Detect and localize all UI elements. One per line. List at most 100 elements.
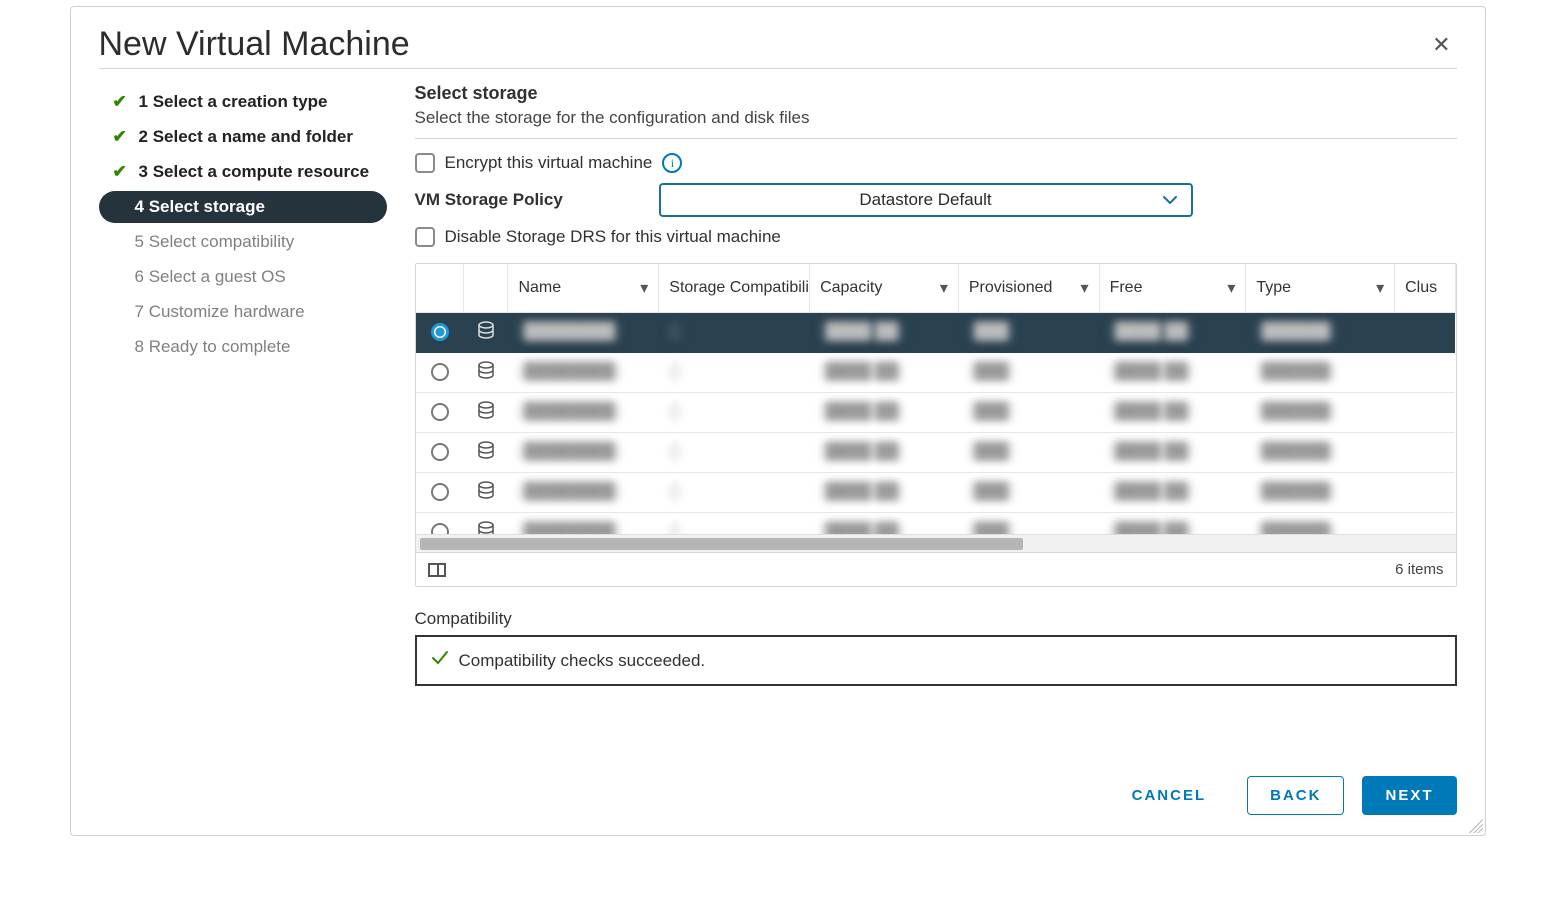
cell-cluster — [1395, 432, 1455, 472]
cell-free: ████ ██ — [1109, 403, 1193, 420]
cell-type: ██████ — [1256, 403, 1336, 420]
close-icon[interactable]: ✕ — [1426, 26, 1456, 64]
filter-icon[interactable]: ▾ — [1227, 278, 1235, 298]
cell-cluster — [1395, 392, 1455, 432]
cell-name: ████████ — [518, 483, 621, 500]
grid-horizontal-scrollbar[interactable] — [416, 534, 1456, 552]
storage-policy-value: Datastore Default — [859, 190, 991, 210]
col-capacity[interactable]: Capacity▾ — [810, 264, 959, 312]
dialog-header: New Virtual Machine ✕ — [99, 7, 1457, 69]
storage-policy-select[interactable]: Datastore Default — [659, 183, 1193, 217]
dialog-title: New Virtual Machine — [99, 25, 410, 64]
row-radio[interactable] — [431, 483, 449, 501]
cell-provisioned: ███ — [968, 443, 1014, 460]
grid-footer: 6 items — [416, 552, 1456, 586]
filter-icon[interactable]: ▾ — [1081, 278, 1089, 298]
cell-type: ██████ — [1256, 363, 1336, 380]
disable-drs-label: Disable Storage DRS for this virtual mac… — [445, 227, 781, 247]
cell-capacity: ████ ██ — [820, 403, 904, 420]
step-select-storage[interactable]: 4 Select storage — [99, 191, 387, 223]
col-type[interactable]: Type▾ — [1246, 264, 1395, 312]
cell-provisioned: ███ — [968, 403, 1014, 420]
cell-cluster — [1395, 512, 1455, 534]
scrollbar-thumb[interactable] — [420, 538, 1023, 550]
row-radio[interactable] — [431, 363, 449, 381]
cell-name: ████████ — [518, 523, 621, 534]
check-icon: ✔ — [113, 92, 129, 112]
check-icon — [431, 649, 449, 672]
filter-icon[interactable]: ▾ — [940, 278, 948, 298]
cell-cluster — [1395, 352, 1455, 392]
column-toggle-icon[interactable] — [428, 563, 446, 577]
col-free[interactable]: Free▾ — [1099, 264, 1246, 312]
cell-storage-compat — [669, 323, 681, 340]
step-guest-os: 6 Select a guest OS — [99, 261, 387, 293]
datastore-icon — [476, 406, 496, 423]
datastore-icon — [476, 526, 496, 535]
cell-free: ████ ██ — [1109, 363, 1193, 380]
resize-grip-icon[interactable] — [1469, 819, 1483, 833]
step-compatibility: 5 Select compatibility — [99, 226, 387, 258]
table-row[interactable]: ████████████ █████████ ████████ — [416, 472, 1456, 512]
encrypt-checkbox[interactable] — [415, 153, 435, 173]
compatibility-label: Compatibility — [415, 609, 1457, 629]
cell-cluster — [1395, 472, 1455, 512]
cell-storage-compat — [669, 363, 681, 380]
step-name-folder[interactable]: ✔ 2 Select a name and folder — [99, 121, 387, 153]
col-cluster[interactable]: Clus — [1395, 264, 1455, 312]
cell-provisioned: ███ — [968, 363, 1014, 380]
filter-icon[interactable]: ▾ — [1376, 278, 1384, 298]
cell-capacity: ████ ██ — [820, 443, 904, 460]
datastore-icon — [476, 366, 496, 383]
wizard-steps: ✔ 1 Select a creation type ✔ 2 Select a … — [99, 83, 387, 686]
chevron-down-icon — [1163, 190, 1177, 210]
disable-drs-checkbox[interactable] — [415, 227, 435, 247]
cancel-button[interactable]: CANCEL — [1109, 776, 1230, 815]
storage-content: Select storage Select the storage for th… — [415, 83, 1457, 686]
table-row[interactable]: ████████ ████ ██ ███ ████ ██ ██████ — [416, 392, 1456, 432]
row-radio[interactable] — [431, 323, 449, 341]
cell-type: ██████ — [1256, 523, 1336, 534]
col-provisioned[interactable]: Provisioned▾ — [958, 264, 1099, 312]
encrypt-row: Encrypt this virtual machine i — [415, 153, 1457, 173]
cell-name: ████████ — [518, 363, 621, 380]
row-radio[interactable] — [431, 523, 449, 534]
step-creation-type[interactable]: ✔ 1 Select a creation type — [99, 86, 387, 118]
col-storage-compat[interactable]: Storage Compatibility▾ — [659, 264, 810, 312]
next-button[interactable]: NEXT — [1362, 776, 1456, 815]
datastore-grid: Name▾ Storage Compatibility▾ Capacity▾ P… — [415, 263, 1457, 587]
section-title: Select storage — [415, 83, 1457, 104]
cell-name: ████████ — [518, 403, 621, 420]
section-subtitle: Select the storage for the configuration… — [415, 108, 1457, 139]
filter-icon[interactable]: ▾ — [640, 278, 648, 298]
info-icon[interactable]: i — [662, 153, 682, 173]
check-icon: ✔ — [113, 162, 129, 182]
compatibility-box: Compatibility checks succeeded. — [415, 635, 1457, 686]
table-row[interactable]: ████████████ █████████ ████████ — [416, 432, 1456, 472]
datastore-icon — [476, 486, 496, 503]
table-row[interactable]: ████████████ █████████ ████████ — [416, 512, 1456, 534]
cell-name: ████████ — [518, 443, 621, 460]
cell-storage-compat — [669, 403, 681, 420]
row-radio[interactable] — [431, 443, 449, 461]
encrypt-label: Encrypt this virtual machine — [445, 153, 653, 173]
policy-label: VM Storage Policy — [415, 190, 631, 210]
table-row[interactable]: ████████ ████ ██ ███ ████ ██ ██████ — [416, 352, 1456, 392]
table-row[interactable]: ████████████ █████████ ████████ — [416, 312, 1456, 352]
row-radio[interactable] — [431, 403, 449, 421]
cell-free: ████ ██ — [1109, 323, 1193, 340]
cell-free: ████ ██ — [1109, 523, 1193, 534]
datastore-icon — [476, 326, 496, 343]
disable-drs-row: Disable Storage DRS for this virtual mac… — [415, 227, 1457, 247]
col-select — [416, 264, 464, 312]
col-name[interactable]: Name▾ — [508, 264, 659, 312]
new-vm-dialog: New Virtual Machine ✕ ✔ 1 Select a creat… — [70, 6, 1486, 836]
grid-header-row: Name▾ Storage Compatibility▾ Capacity▾ P… — [416, 264, 1456, 312]
back-button[interactable]: BACK — [1247, 776, 1344, 815]
cell-cluster — [1395, 312, 1455, 352]
grid-item-count: 6 items — [1395, 561, 1443, 578]
cell-type: ██████ — [1256, 443, 1336, 460]
cell-capacity: ████ ██ — [820, 363, 904, 380]
step-compute-resource[interactable]: ✔ 3 Select a compute resource — [99, 156, 387, 188]
col-icon — [464, 264, 508, 312]
